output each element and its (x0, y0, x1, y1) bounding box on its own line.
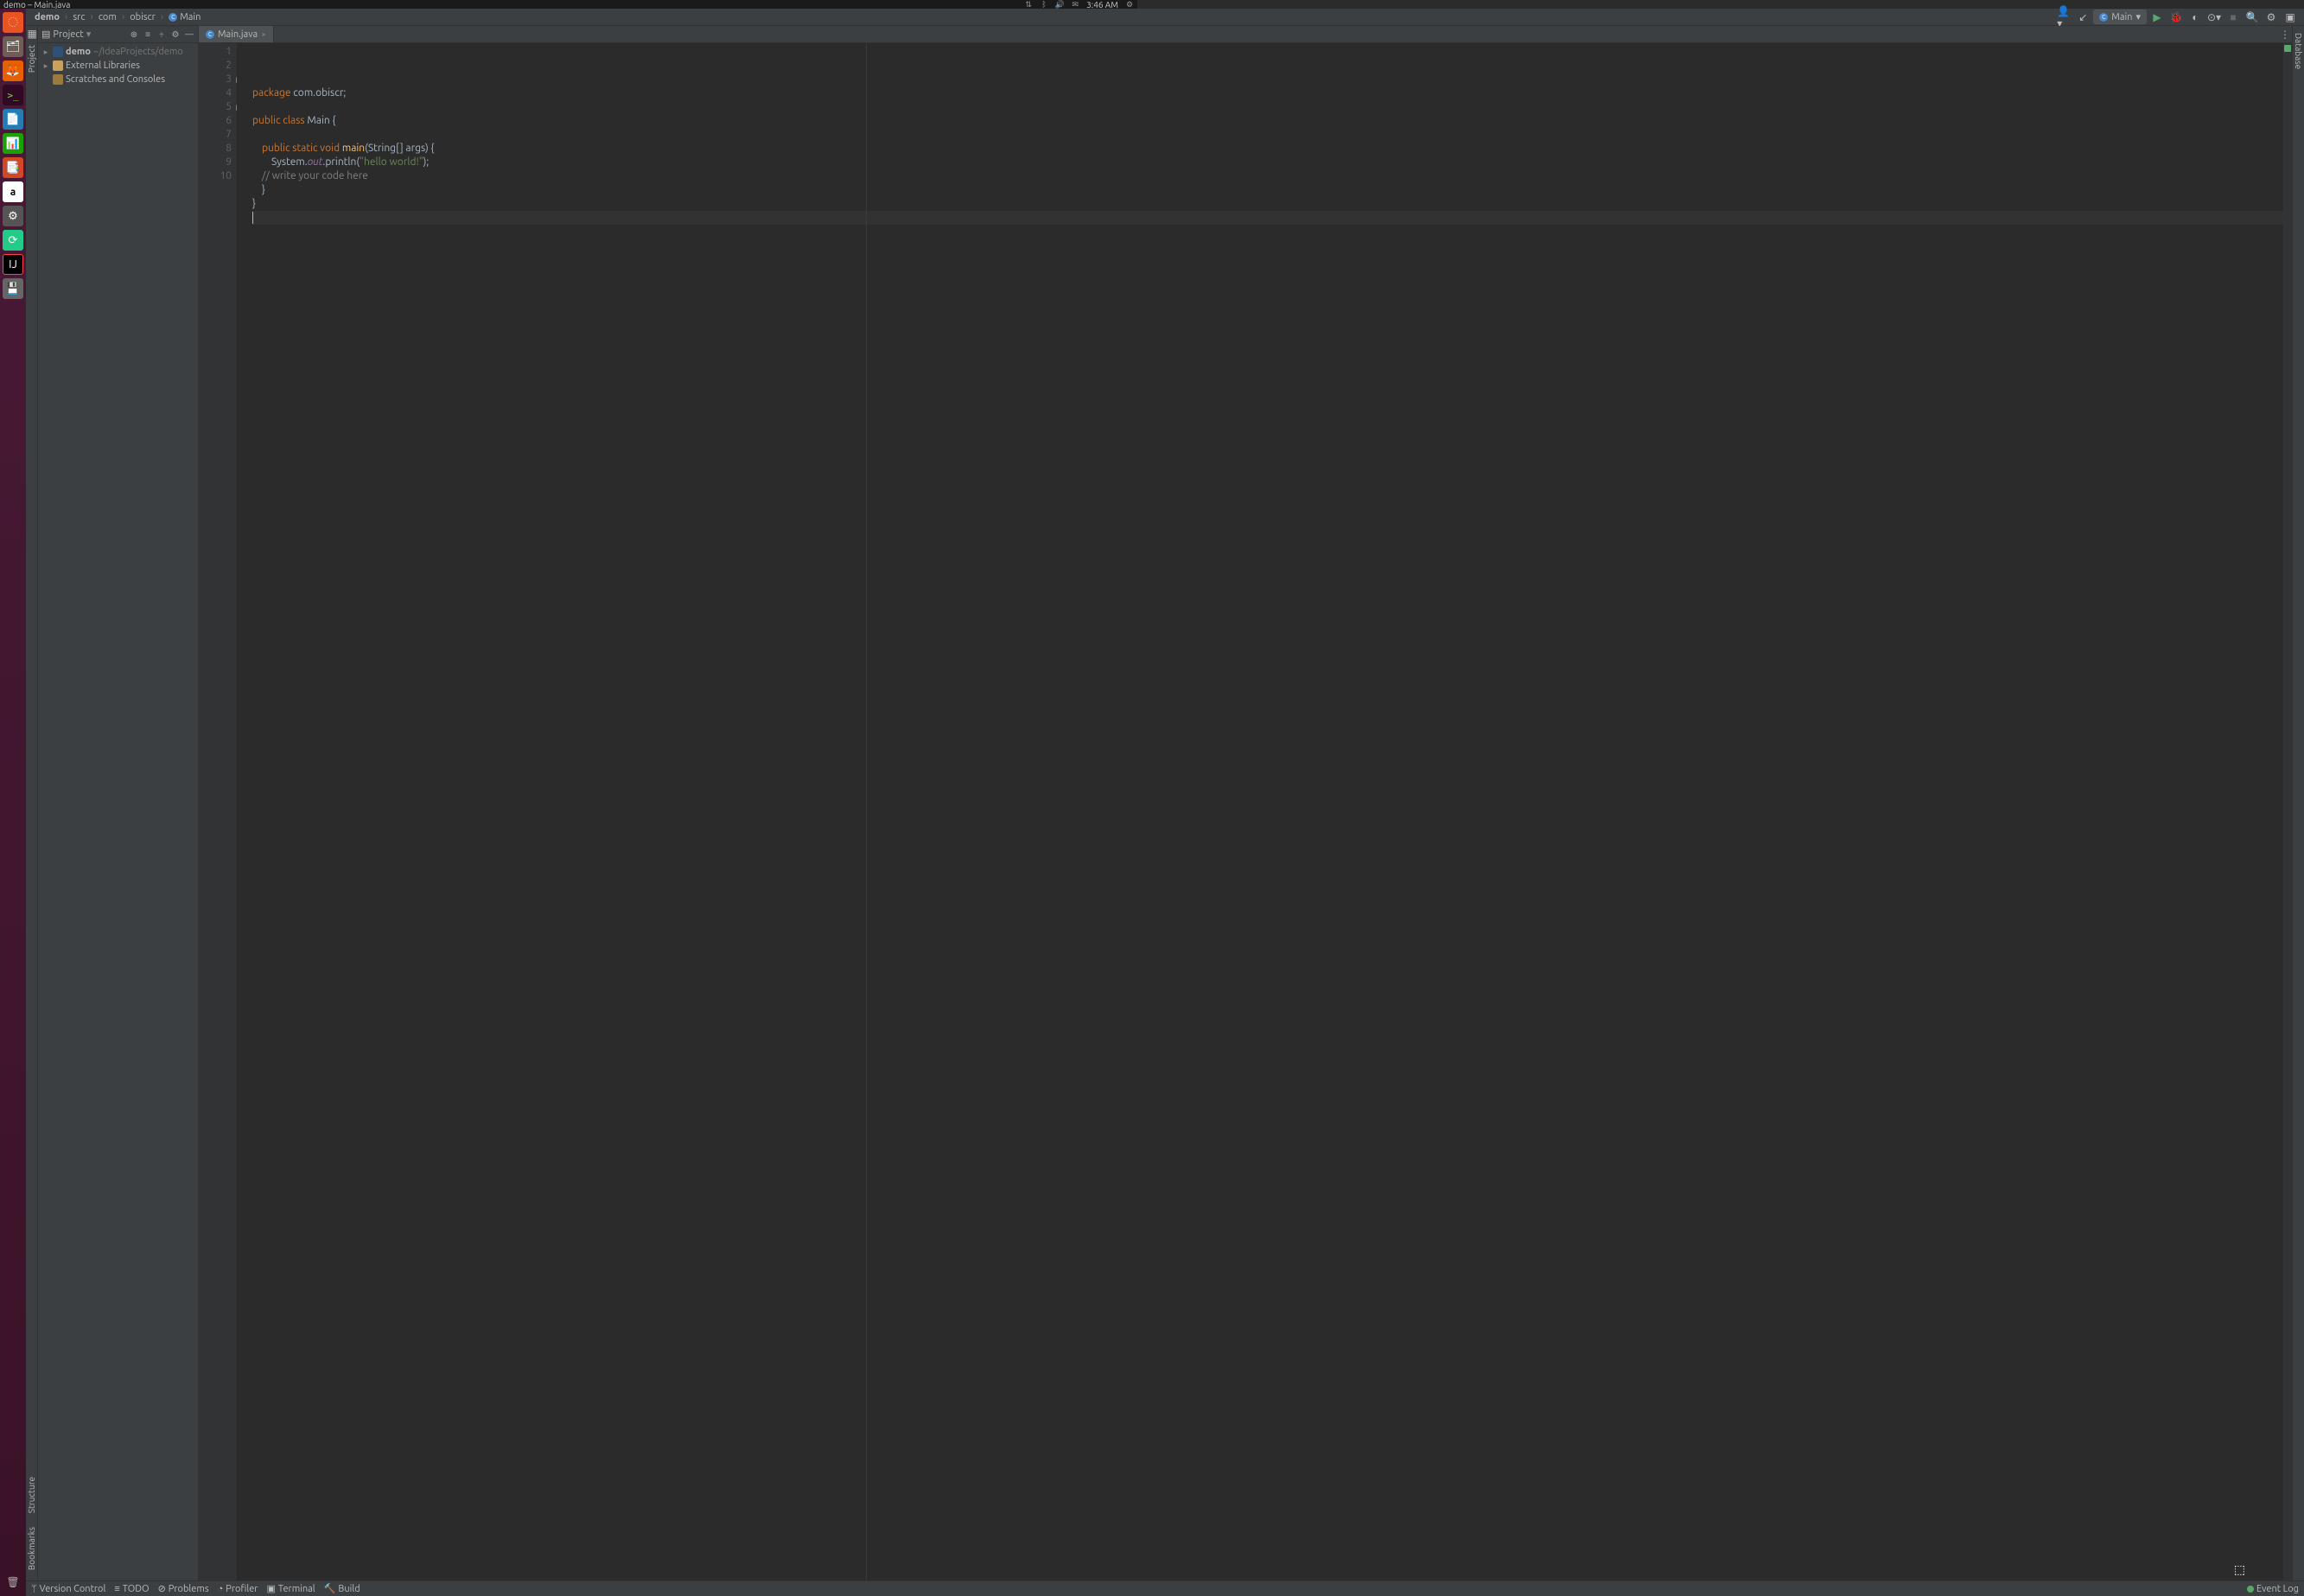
window-title: demo – Main.java (3, 0, 1024, 10)
bookmarks-stripe-button[interactable]: Bookmarks (27, 1523, 36, 1574)
status-event-log[interactable]: Event Log (2247, 1584, 2299, 1594)
launcher-updater-icon[interactable]: ⟳ (3, 230, 23, 251)
status-build[interactable]: 🔨 Build (324, 1583, 360, 1594)
project-stripe-button[interactable]: Project (27, 41, 36, 76)
expand-icon[interactable]: ▸ (41, 48, 50, 57)
line-number-gutter[interactable]: 123▶45▶678910 (199, 43, 237, 1580)
launcher-dash-icon[interactable]: ◌ (3, 12, 23, 33)
project-panel-title[interactable]: ▤ Project ▾ (41, 29, 91, 40)
volume-icon[interactable]: 🔊 (1055, 0, 1064, 9)
right-tool-stripe: Database (2292, 26, 2304, 1580)
status-todo[interactable]: ≡ TODO (114, 1584, 149, 1594)
crumb-class[interactable]: C Main (165, 12, 204, 22)
code-editor[interactable]: 123▶45▶678910 package com.obiscr;public … (199, 43, 2292, 1580)
expand-icon[interactable]: ▸ (41, 61, 50, 71)
editor-area: C Main.java × ⋮ 123▶45▶678910 package co… (199, 26, 2292, 1580)
launcher-files-icon[interactable]: 🗂 (3, 36, 23, 57)
status-profiler[interactable]: ◔ Profiler (218, 1584, 258, 1594)
editor-tab-main[interactable]: C Main.java × (199, 26, 274, 42)
search-everywhere-button[interactable]: 🔍 (2245, 10, 2259, 24)
status-vcs[interactable]: ᛘ Version Control (31, 1584, 105, 1594)
launcher-calc-icon[interactable]: 📊 (3, 133, 23, 154)
status-bar: ᛘ Version Control ≡ TODO ⊘ Problems ◔ Pr… (26, 1580, 2304, 1596)
ubuntu-launcher: ◌ 🗂 🦊 >_ 📄 📊 📑 A a ⚙ ⟳ IJ 💾 🗑 (0, 9, 26, 1596)
project-tool-window: ▤ Project ▾ ⊕ ≡ ÷ ⚙ — ▸ demo ~/IdeaProje… (38, 26, 199, 1580)
select-open-file-icon[interactable]: ⊕ (129, 29, 139, 40)
class-icon: C (2099, 13, 2108, 22)
editor-tabs-more-icon[interactable]: ⋮ (2278, 26, 2292, 42)
error-stripe[interactable] (2283, 43, 2292, 1580)
add-user-icon[interactable]: 👤▾ (2057, 10, 2071, 24)
profile-button[interactable]: ⊙▾ (2207, 10, 2221, 24)
ide-window: demo › src › com › obiscr › C Main 👤▾ ↙ … (26, 9, 2304, 1596)
project-panel-header: ▤ Project ▾ ⊕ ≡ ÷ ⚙ — (38, 26, 198, 43)
structure-stripe-button[interactable]: Structure (27, 1473, 36, 1517)
launcher-amazon-icon[interactable]: a (3, 181, 23, 202)
sync-icon[interactable]: ↙ (2076, 10, 2090, 24)
settings-button[interactable]: ⚙ (2264, 10, 2278, 24)
library-icon (53, 60, 63, 71)
ide-actions-button[interactable]: ▣ (2283, 10, 2297, 24)
crumb-obiscr[interactable]: obiscr (126, 12, 159, 22)
crumb-sep: › (65, 11, 67, 22)
navigation-bar: demo › src › com › obiscr › C Main 👤▾ ↙ … (26, 9, 2304, 26)
launcher-impress-icon[interactable]: 📑 (3, 157, 23, 178)
class-icon: C (169, 13, 177, 22)
project-tree[interactable]: ▸ demo ~/IdeaProjects/demo ▸ External Li… (38, 43, 198, 88)
chevron-down-icon: ▾ (2135, 11, 2141, 22)
hide-panel-icon[interactable]: — (184, 29, 194, 40)
expand-all-icon[interactable]: ≡ (143, 29, 153, 40)
crumb-project[interactable]: demo (31, 12, 63, 22)
run-button[interactable]: ▶ (2150, 10, 2164, 24)
panel-settings-icon[interactable]: ⚙ (170, 29, 181, 40)
debug-button[interactable]: 🐞 (2169, 10, 2183, 24)
run-config-selector[interactable]: C Main ▾ (2093, 10, 2147, 24)
bluetooth-icon[interactable]: ᛒ (1040, 0, 1048, 9)
inspection-ok-icon[interactable] (2284, 45, 2291, 52)
network-icon[interactable]: ⇅ (1024, 0, 1033, 9)
launcher-trash-icon[interactable]: 🗑 (3, 1572, 23, 1593)
status-terminal[interactable]: ▣ Terminal (266, 1583, 315, 1594)
launcher-drive-icon[interactable]: 💾 (3, 278, 23, 299)
project-view-icon: ▤ (41, 29, 50, 40)
launcher-settings-icon[interactable]: ⚙ (3, 206, 23, 226)
class-icon: C (206, 30, 214, 39)
launcher-intellij-icon[interactable]: IJ (3, 254, 23, 275)
database-stripe-button[interactable]: Database (2294, 29, 2303, 73)
messages-icon[interactable]: ✉ (1071, 0, 1079, 9)
launcher-firefox-icon[interactable]: 🦊 (3, 60, 23, 81)
code-content[interactable]: package com.obiscr;public class Main { p… (249, 43, 2283, 1580)
close-tab-icon[interactable]: × (261, 29, 266, 39)
editor-tabs: C Main.java × ⋮ (199, 26, 2292, 43)
right-margin-ruler (866, 43, 867, 1580)
launcher-terminal-icon[interactable]: >_ (3, 85, 23, 105)
status-problems[interactable]: ⊘ Problems (158, 1583, 209, 1594)
tree-external-libraries[interactable]: ▸ External Libraries (38, 59, 198, 73)
crumb-com[interactable]: com (95, 12, 120, 22)
ok-dot-icon (2247, 1586, 2254, 1593)
project-stripe-icon[interactable]: ▦ (28, 28, 36, 36)
fold-gutter[interactable] (237, 43, 249, 1580)
scratches-icon (53, 74, 63, 85)
clock[interactable]: 3:46 AM (1086, 0, 1118, 10)
os-menu-bar: demo – Main.java ⇅ ᛒ 🔊 ✉ 3:46 AM ⚙ (0, 0, 1137, 9)
power-icon[interactable]: ⚙ (1125, 0, 1134, 9)
coverage-button[interactable]: ◐ (2188, 10, 2202, 24)
collapse-all-icon[interactable]: ÷ (156, 29, 167, 40)
tree-scratches[interactable]: Scratches and Consoles (38, 73, 198, 86)
chevron-down-icon: ▾ (86, 29, 92, 40)
stop-button[interactable]: ■ (2226, 10, 2240, 24)
launcher-writer-icon[interactable]: 📄 (3, 109, 23, 130)
project-icon (53, 47, 63, 57)
tree-project-root[interactable]: ▸ demo ~/IdeaProjects/demo (38, 45, 198, 59)
crumb-src[interactable]: src (69, 12, 88, 22)
left-tool-stripe: ▦ Project Structure Bookmarks (26, 26, 38, 1580)
